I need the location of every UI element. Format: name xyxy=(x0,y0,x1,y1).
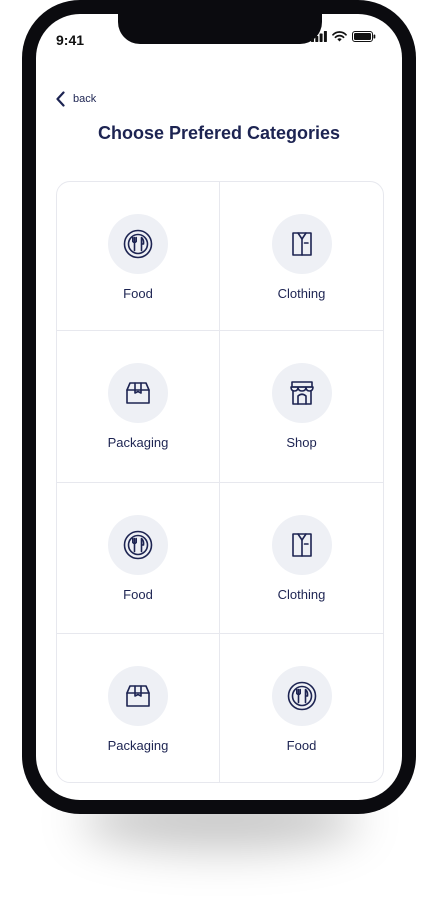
icon-badge xyxy=(271,515,332,575)
icon-badge xyxy=(108,515,168,575)
icon-badge xyxy=(108,214,168,274)
food-icon xyxy=(123,530,153,560)
category-tile-clothing[interactable]: Clothing xyxy=(220,182,383,331)
wifi-icon xyxy=(332,31,347,42)
page-title: Choose Prefered Categories xyxy=(97,123,341,143)
icon-badge xyxy=(271,363,332,423)
category-label: Food xyxy=(123,587,153,602)
category-label: Food xyxy=(123,286,153,301)
category-label: Packaging xyxy=(107,435,169,450)
phone-frame: 9:41 back Choose Prefered Categories Foo… xyxy=(22,0,416,814)
screen: 9:41 back Choose Prefered Categories Foo… xyxy=(36,14,402,800)
back-button[interactable]: back xyxy=(56,91,96,107)
category-label: Shop xyxy=(286,435,317,450)
category-tile-shop[interactable]: Shop xyxy=(220,331,383,483)
category-label: Clothing xyxy=(277,587,326,602)
chevron-left-icon xyxy=(56,91,65,107)
icon-badge xyxy=(271,214,332,274)
battery-icon xyxy=(352,31,376,42)
clothing-icon xyxy=(291,533,312,557)
status-icons xyxy=(311,31,376,42)
category-tile-packaging[interactable]: Packaging xyxy=(57,331,220,483)
packaging-icon xyxy=(126,382,150,404)
signal-icon xyxy=(311,31,327,42)
back-label: back xyxy=(73,93,97,105)
category-tile-food[interactable]: Food xyxy=(57,483,220,634)
icon-badge xyxy=(271,666,332,726)
food-icon xyxy=(123,229,153,259)
category-label: Clothing xyxy=(277,286,326,301)
category-tile-clothing[interactable]: Clothing xyxy=(220,483,383,634)
status-time: 9:41 xyxy=(56,32,85,48)
category-grid: Food Clothing Packaging Shop Food Clothi… xyxy=(56,181,384,783)
icon-badge xyxy=(108,666,168,726)
category-tile-food[interactable]: Food xyxy=(57,182,220,331)
packaging-icon xyxy=(126,685,150,707)
category-tile-food[interactable]: Food xyxy=(220,634,383,782)
food-icon xyxy=(287,681,316,711)
category-tile-packaging[interactable]: Packaging xyxy=(57,634,220,782)
category-label: Food xyxy=(286,738,317,753)
category-label: Packaging xyxy=(107,738,169,753)
icon-badge xyxy=(108,363,168,423)
clothing-icon xyxy=(291,232,312,256)
notch xyxy=(118,14,322,44)
shop-icon xyxy=(289,381,314,405)
